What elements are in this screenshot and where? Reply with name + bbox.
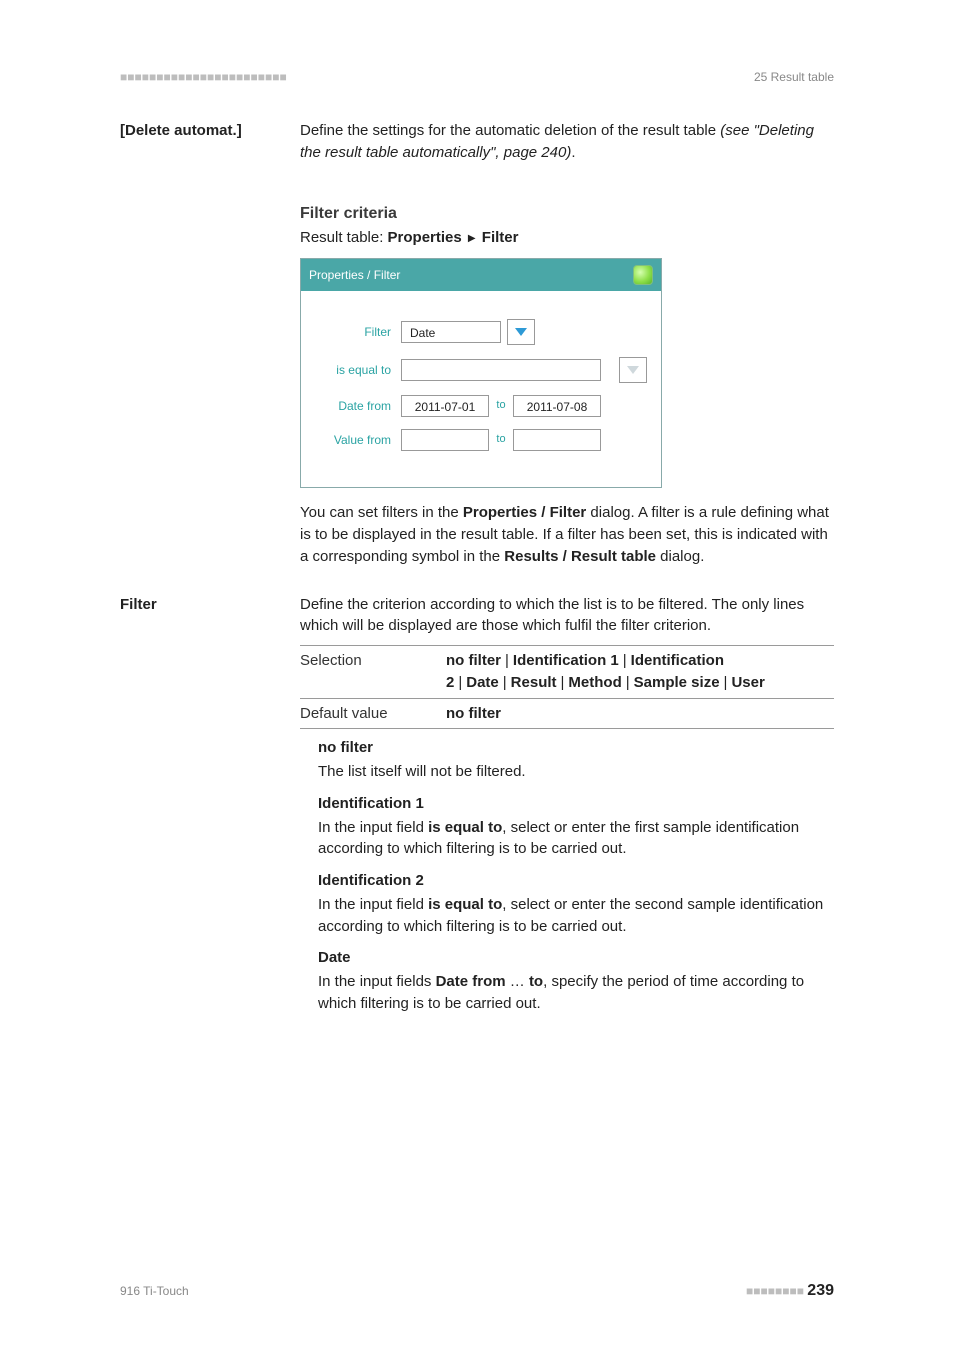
text-bold: is equal to (428, 819, 502, 836)
field-date-to[interactable]: 2011-07-08 (513, 395, 601, 417)
default-label: Default value (300, 698, 446, 729)
opt: Identification 1 (513, 652, 619, 669)
label-date-from: Date from (315, 398, 401, 415)
page-number: 239 (807, 1282, 834, 1299)
row-is-equal-to: is equal to (315, 357, 647, 383)
selection-label: Selection (300, 646, 446, 699)
table-row: Default value no filter (300, 698, 834, 729)
label-to-2: to (489, 432, 513, 448)
status-indicator-icon (633, 265, 653, 285)
text-bold: Properties / Filter (463, 504, 586, 521)
field-is-equal-to[interactable] (401, 359, 601, 381)
path-properties: Properties (388, 229, 462, 246)
field-value-from[interactable] (401, 429, 489, 451)
field-date-from[interactable]: 2011-07-01 (401, 395, 489, 417)
selection-table: Selection no filter|Identification 1|Ide… (300, 645, 834, 729)
text: … (506, 973, 529, 990)
label-filter: Filter (315, 324, 401, 341)
block-filter-criteria: Filter criteria Result table: Properties… (120, 182, 834, 576)
footer-decor: ■■■■■■■■ (746, 1284, 804, 1298)
selection-options: no filter|Identification 1|Identificatio… (446, 646, 834, 699)
definitions: no filter The list itself will not be fi… (300, 737, 834, 1014)
text-bold: Date from (436, 973, 506, 990)
opt: Method (568, 674, 621, 691)
desc: In the input fields Date from … to, spec… (318, 971, 834, 1015)
label-filter-section: Filter (120, 594, 300, 1025)
term: Date (318, 947, 834, 969)
field-value-to[interactable] (513, 429, 601, 451)
def-identification-2: Identification 2 In the input field is e… (318, 870, 834, 937)
filter-intro: Define the criterion according to which … (300, 594, 834, 638)
label-delete-automat: [Delete automat.] (120, 120, 300, 172)
term: Identification 1 (318, 793, 834, 815)
page-header: ■■■■■■■■■■■■■■■■■■■■■■■ 25 Result table (120, 70, 834, 84)
dialog-body: Filter Date is equal to (301, 291, 661, 487)
opt: Result (511, 674, 557, 691)
desc: In the input field is equal to, select o… (318, 894, 834, 938)
block-filter: Filter Define the criterion according to… (120, 594, 834, 1025)
text: In the input field (318, 819, 428, 836)
label-to: to (489, 398, 513, 414)
block-delete-automat: [Delete automat.] Define the settings fo… (120, 120, 834, 172)
text: Result table: (300, 229, 388, 246)
text: In the input fields (318, 973, 436, 990)
text-bold: is equal to (428, 896, 502, 913)
opt: no filter (446, 652, 501, 669)
header-section: 25 Result table (754, 70, 834, 84)
dialog-titlebar: Properties / Filter (301, 259, 661, 291)
table-row: Selection no filter|Identification 1|Ide… (300, 646, 834, 699)
delete-automat-text: Define the settings for the automatic de… (300, 120, 834, 164)
dropdown-button-disabled (619, 357, 647, 383)
after-dialog-paragraph: You can set filters in the Properties / … (300, 502, 834, 567)
text: dialog. (656, 548, 704, 565)
text: In the input field (318, 896, 428, 913)
row-filter: Filter Date (315, 319, 647, 345)
dialog-title: Properties / Filter (309, 267, 400, 284)
header-decor: ■■■■■■■■■■■■■■■■■■■■■■■ (120, 70, 287, 84)
dropdown-button[interactable] (507, 319, 535, 345)
def-date: Date In the input fields Date from … to,… (318, 947, 834, 1014)
text-bold: Results / Result table (504, 548, 656, 565)
default-value: no filter (446, 705, 501, 722)
desc: In the input field is equal to, select o… (318, 817, 834, 861)
label-is-equal-to: is equal to (315, 362, 401, 379)
field-filter[interactable]: Date (401, 321, 501, 343)
opt: Sample size (634, 674, 720, 691)
page: ■■■■■■■■■■■■■■■■■■■■■■■ 25 Result table … (0, 0, 954, 1350)
term: Identification 2 (318, 870, 834, 892)
dialog-properties-filter: Properties / Filter Filter Date is equal… (300, 258, 662, 488)
path-filter: Filter (482, 229, 519, 246)
page-footer: 916 Ti-Touch ■■■■■■■■ 239 (120, 1282, 834, 1300)
desc: The list itself will not be filtered. (318, 761, 834, 783)
label-value-from: Value from (315, 432, 401, 449)
def-no-filter: no filter The list itself will not be fi… (318, 737, 834, 783)
path-filter-criteria: Result table: Properties ▶ Filter (300, 227, 834, 249)
footer-product: 916 Ti-Touch (120, 1284, 189, 1298)
row-date-from: Date from 2011-07-01 to 2011-07-08 (315, 395, 647, 417)
text: You can set filters in the (300, 504, 463, 521)
opt: Date (466, 674, 499, 691)
opt: User (731, 674, 764, 691)
row-value-from: Value from to (315, 429, 647, 451)
text: Define the settings for the automatic de… (300, 122, 720, 139)
term: no filter (318, 737, 834, 759)
text: . (571, 144, 575, 161)
def-identification-1: Identification 1 In the input field is e… (318, 793, 834, 860)
triangle-icon: ▶ (466, 232, 478, 247)
heading-filter-criteria: Filter criteria (300, 202, 834, 225)
text-bold: to (529, 973, 543, 990)
